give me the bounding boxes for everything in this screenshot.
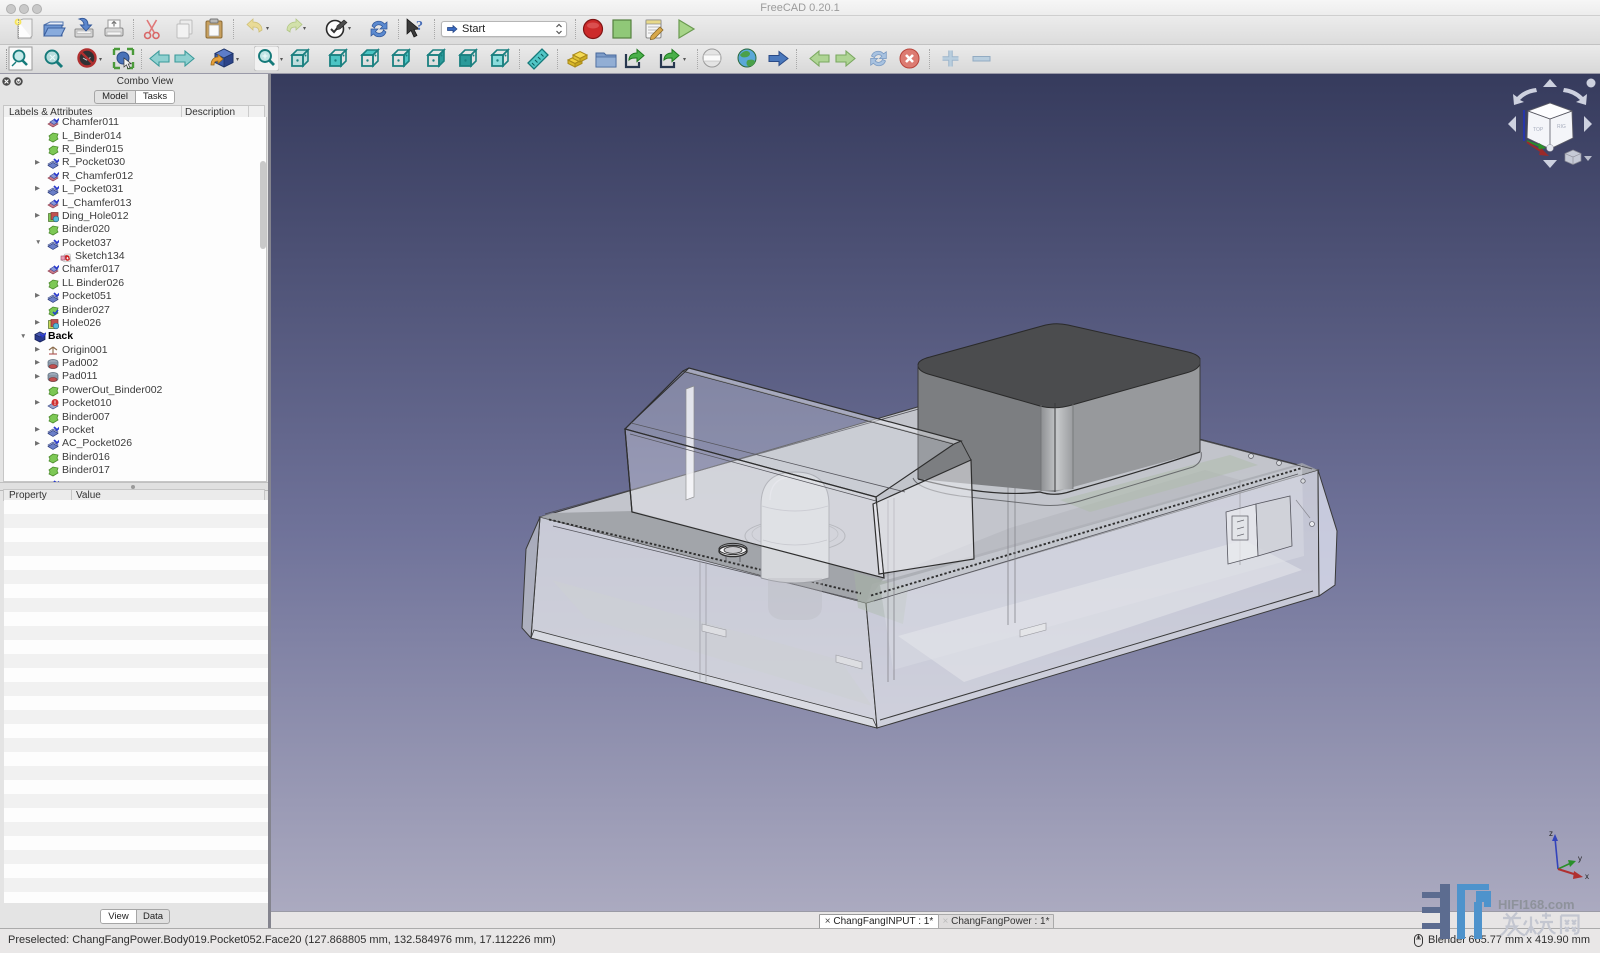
svg-text:z: z [1549,829,1553,838]
svg-text:RIG: RIG [1557,124,1566,130]
svg-text:?: ? [416,19,423,34]
svg-text:y: y [1578,854,1582,863]
svg-text:TOP: TOP [1533,127,1544,133]
svg-text:HIFI168.com: HIFI168.com [1498,897,1575,912]
svg-text:!: ! [54,401,56,407]
